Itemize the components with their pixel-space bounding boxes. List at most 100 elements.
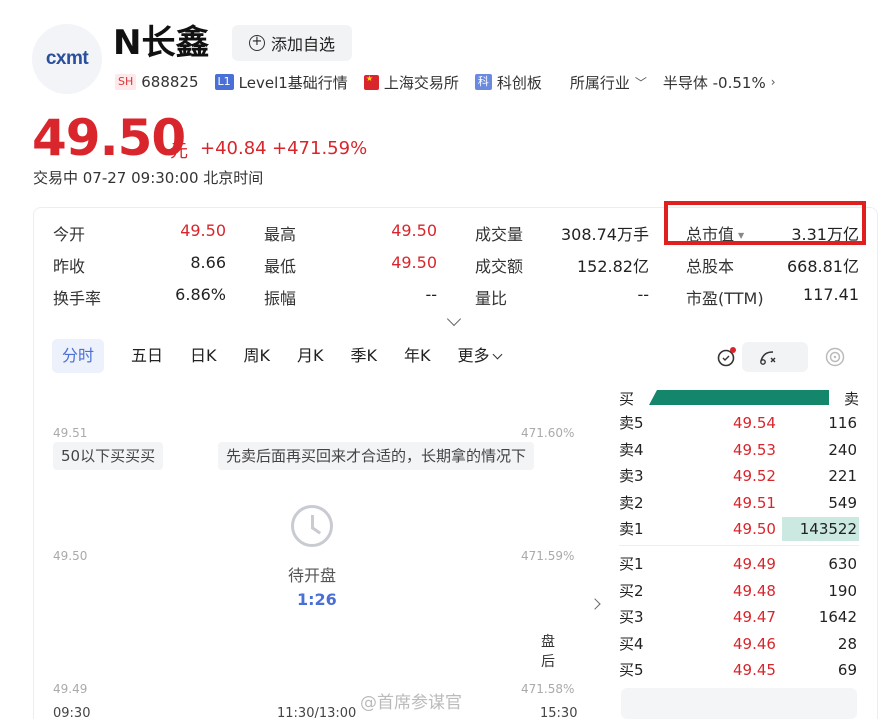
bid-row[interactable]: 买5 49.45 69 [619,658,859,682]
tab-weekly-k[interactable]: 周K [244,339,271,373]
order-level: 买2 [619,581,644,600]
order-level: 买5 [619,661,644,679]
stat-value: 152.82亿 [577,257,649,276]
order-level: 卖5 [619,414,644,432]
order-price: 49.52 [733,467,776,485]
order-price: 49.49 [733,555,776,573]
tab-daily-k[interactable]: 日K [190,339,217,373]
chevron-right-icon: › [770,75,776,89]
bid-row[interactable]: 买3 49.47 1642 [619,605,859,629]
stat-label: 最低 [264,257,297,276]
plus-circle-icon: + [248,35,265,51]
orderbook-divider [619,545,859,546]
tab-monthly-k[interactable]: 月K [297,339,324,373]
order-volume: 28 [837,634,857,653]
order-price: 49.47 [733,608,776,626]
chevron-down-icon: ﹀ [634,75,647,90]
order-volume: 116 [828,414,857,432]
comment-toggle-button[interactable] [712,342,742,372]
order-level: 卖1 [619,520,644,538]
ask-row[interactable]: 卖4 49.53 240 [619,438,859,462]
ask-row[interactable]: 卖3 49.52 221 [619,464,859,488]
exchange-badge: SH [115,74,137,90]
order-volume: 221 [828,467,857,485]
watermark: @首席参谋官 [360,693,462,713]
orderbook-header: 买 卖 [619,388,859,408]
price-change-pct: +471.59% [272,138,368,159]
ask-row[interactable]: 卖5 49.54 116 [619,411,859,435]
order-level: 买3 [619,608,644,626]
stat-label: 成交额 [475,257,524,276]
current-price: 49.50 [32,109,186,167]
indicator-button[interactable] [820,342,850,372]
stat-value: -- [425,285,437,304]
add-watchlist-label: 添加自选 [270,35,335,54]
price-unit: 元 [170,141,188,162]
chart-tabs: 分时 五日 日K 周K 月K 季K 年K 更多 [52,339,528,373]
tab-intraday[interactable]: 分时 [52,339,105,373]
stat-value: 308.74万手 [561,225,649,244]
order-level: 买1 [619,555,644,573]
tab-five-day[interactable]: 五日 [131,339,163,373]
level-badge: L1 [214,74,234,90]
countdown-text: 1:26 [297,590,337,609]
stat-label: 量比 [475,289,508,308]
tab-more[interactable]: 更多 [457,339,502,373]
bid-row[interactable]: 买4 49.46 28 [619,632,859,656]
bid-row[interactable]: 买1 49.49 630 [619,552,859,576]
board-badge: 科 [474,74,492,90]
stat-label: 最高 [264,225,297,244]
buy-sell-ratio-bar [649,390,829,405]
board-info: 科 科创板 [474,72,542,93]
order-price: 49.53 [733,440,776,459]
level-info[interactable]: L1 Level1基础行情 [214,72,348,93]
ask-row[interactable]: 卖1 49.50 143522 [619,517,859,541]
stock-code-text: 688825 [141,73,199,91]
market-cap-highlight [664,201,866,245]
stat-value: 668.81亿 [787,257,859,276]
y-axis-mid: 49.50 [53,549,88,563]
stat-value: 49.50 [391,221,437,240]
order-volume: 1642 [818,608,857,626]
after-hours-label: 盘后 [541,634,555,670]
order-price: 49.51 [733,493,776,512]
order-price: 49.50 [733,520,776,538]
stat-value: 6.86% [175,285,226,304]
ask-row[interactable]: 卖2 49.51 549 [619,491,859,515]
x-axis-start: 09:30 [53,706,91,719]
stock-code: SH 688825 [115,73,199,91]
stat-value: -- [637,285,649,304]
orderbook-expand-button[interactable] [621,688,857,719]
pct-axis-bottom: 471.58% [521,682,575,696]
stat-label: 成交量 [475,225,524,244]
stat-label: 今开 [53,225,86,244]
order-volume: 630 [828,555,857,573]
industry-dropdown[interactable]: 所属行业 ﹀ [570,72,647,93]
chart-settings-button[interactable] [742,342,808,372]
bid-row[interactable]: 买2 49.48 190 [619,579,859,603]
industry-label: 所属行业 [569,73,630,92]
tab-quarterly-k[interactable]: 季K [351,339,378,373]
order-price: 49.45 [733,661,776,679]
exchange-text: 上海交易所 [383,73,459,92]
comment-bubble[interactable]: 先卖后面再买回来才合适的，长期拿的情况下 [218,442,535,470]
trade-status: 交易中 07-27 09:30:00 北京时间 [33,169,264,187]
tab-more-label: 更多 [457,346,490,365]
clock-icon [291,505,333,547]
tab-yearly-k[interactable]: 年K [404,339,431,373]
stat-label: 市盈(TTM) [686,289,764,308]
waiting-open-text: 待开盘 [288,566,337,585]
y-axis-bottom: 49.49 [53,682,88,696]
order-price: 49.48 [733,581,776,600]
price-change: +40.84 [200,138,267,159]
board-text: 科创板 [496,73,542,92]
stat-value: 49.50 [180,221,226,240]
order-price: 49.54 [733,414,776,432]
target-icon [825,347,845,367]
industry-link[interactable]: 半导体 -0.51% › [663,72,776,93]
pct-axis-top: 471.60% [521,426,575,440]
order-level: 卖3 [619,467,644,485]
level-text: Level1基础行情 [238,73,348,92]
comment-bubble[interactable]: 50以下买买买 [53,442,164,470]
add-watchlist-button[interactable]: + 添加自选 [232,25,352,61]
